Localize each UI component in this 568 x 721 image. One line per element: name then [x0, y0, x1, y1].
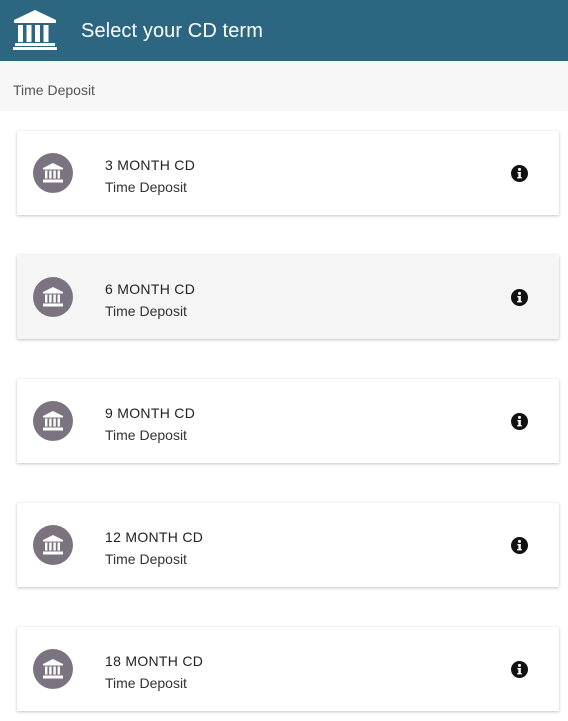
- info-icon[interactable]: [511, 289, 528, 306]
- cd-term-subtitle: Time Deposit: [105, 675, 187, 691]
- bank-icon: [43, 287, 63, 307]
- cd-term-subtitle: Time Deposit: [105, 303, 187, 319]
- app-header: Select your CD term: [0, 0, 568, 61]
- bank-icon: [43, 163, 63, 183]
- bank-icon: [43, 535, 63, 555]
- cd-term-subtitle: Time Deposit: [105, 551, 187, 567]
- cd-term-title: 9 MONTH CD: [105, 405, 196, 421]
- info-icon[interactable]: [511, 661, 528, 678]
- cd-term-title: 12 MONTH CD: [105, 529, 204, 545]
- bank-icon: [43, 659, 63, 679]
- avatar: [33, 153, 73, 193]
- cd-term-title: 3 MONTH CD: [105, 157, 196, 173]
- cd-term-title: 6 MONTH CD: [105, 281, 196, 297]
- avatar: [33, 277, 73, 317]
- info-icon[interactable]: [511, 413, 528, 430]
- avatar: [33, 525, 73, 565]
- bank-icon: [43, 411, 63, 431]
- bank-icon: [13, 10, 57, 50]
- avatar: [33, 401, 73, 441]
- breadcrumb-label: Time Deposit: [13, 82, 95, 98]
- cd-term-card-9-month[interactable]: 9 MONTH CD Time Deposit: [17, 379, 559, 463]
- cd-term-card-18-month[interactable]: 18 MONTH CD Time Deposit: [17, 627, 559, 711]
- cd-term-card-6-month[interactable]: 6 MONTH CD Time Deposit: [17, 255, 559, 339]
- breadcrumb: Time Deposit: [0, 61, 568, 111]
- cd-term-subtitle: Time Deposit: [105, 179, 187, 195]
- cd-term-card-12-month[interactable]: 12 MONTH CD Time Deposit: [17, 503, 559, 587]
- info-icon[interactable]: [511, 165, 528, 182]
- page-title: Select your CD term: [81, 20, 263, 42]
- info-icon[interactable]: [511, 537, 528, 554]
- cd-term-card-3-month[interactable]: 3 MONTH CD Time Deposit: [17, 131, 559, 215]
- cd-term-title: 18 MONTH CD: [105, 653, 204, 669]
- cd-term-subtitle: Time Deposit: [105, 427, 187, 443]
- avatar: [33, 649, 73, 689]
